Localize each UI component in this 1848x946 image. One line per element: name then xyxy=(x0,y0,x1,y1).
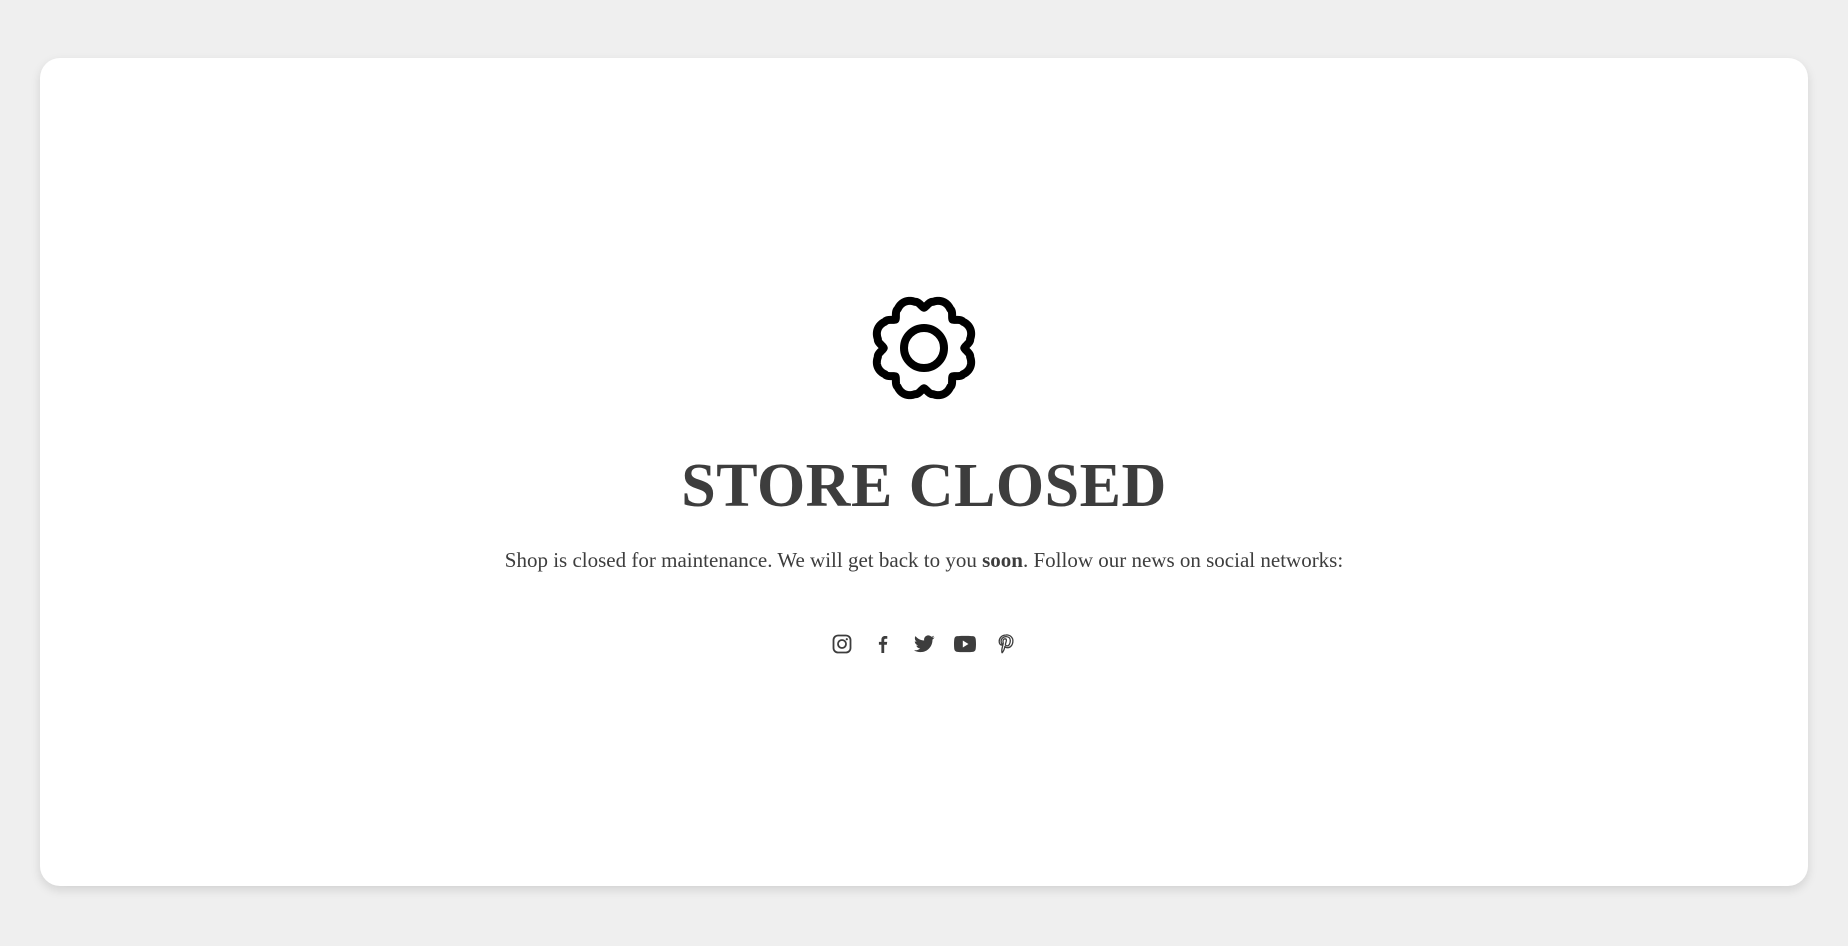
pinterest-link[interactable] xyxy=(995,630,1017,658)
pinterest-icon xyxy=(998,634,1014,654)
facebook-link[interactable] xyxy=(872,630,894,658)
facebook-icon xyxy=(878,636,888,653)
twitter-link[interactable] xyxy=(913,630,935,658)
gear-icon xyxy=(872,296,976,400)
instagram-link[interactable] xyxy=(831,630,853,658)
instagram-icon xyxy=(832,634,852,654)
youtube-link[interactable] xyxy=(954,630,976,658)
social-links xyxy=(0,630,1848,658)
message-text-bold: soon xyxy=(982,548,1023,572)
maintenance-message: Shop is closed for maintenance. We will … xyxy=(0,545,1848,575)
message-text-end: . Follow our news on social networks: xyxy=(1022,548,1344,572)
message-text-start: Shop is closed for maintenance. We will … xyxy=(504,548,983,572)
page-title: STORE CLOSED xyxy=(681,452,1167,520)
twitter-icon xyxy=(913,635,935,653)
youtube-icon xyxy=(954,635,976,653)
